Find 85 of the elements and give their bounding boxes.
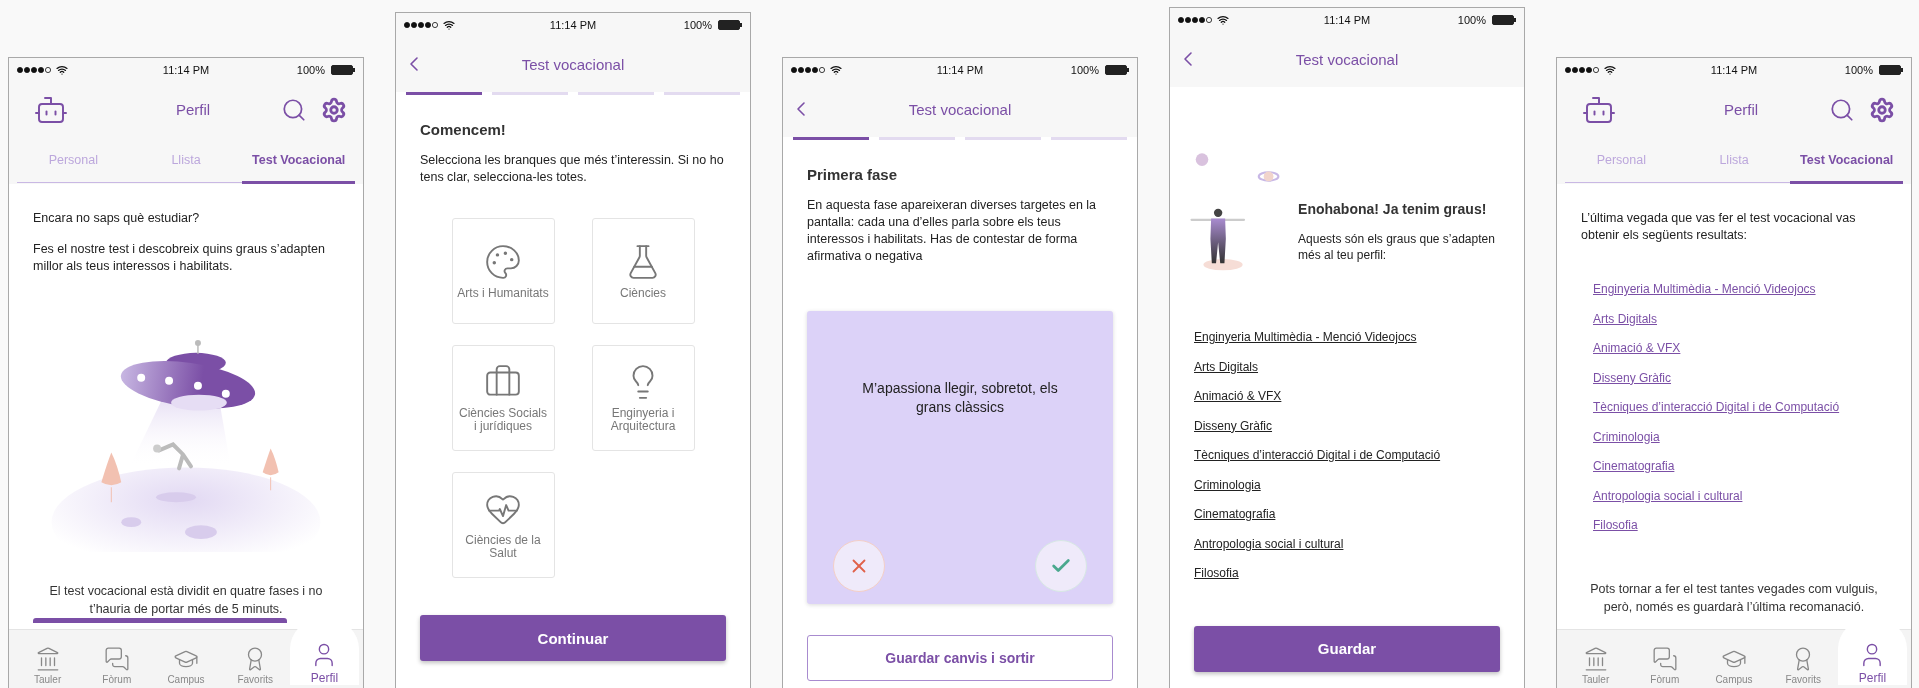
section-heading: Primera fase <box>807 166 899 183</box>
section-heading: Comencem! <box>420 121 507 138</box>
battery-icon <box>1492 14 1516 25</box>
wifi-icon <box>1217 13 1229 26</box>
status-time: 11:14 PM <box>936 63 984 76</box>
degree-link[interactable]: Criminologia <box>1194 475 1261 495</box>
status-time: 11:14 PM <box>549 18 597 31</box>
battery-icon <box>331 64 355 75</box>
battery-percent: 100% <box>1457 13 1486 26</box>
status-time: 11:14 PM <box>162 63 210 76</box>
signal-dots-icon <box>17 66 51 73</box>
degree-link[interactable]: Antropologia social i cultural <box>1194 534 1344 554</box>
degree-link[interactable]: Filosofia <box>1194 564 1239 584</box>
signal-dots-icon <box>1178 16 1212 23</box>
palette-icon <box>484 242 522 281</box>
search-icon[interactable] <box>1829 96 1855 123</box>
signal-dots-icon <box>404 21 438 28</box>
signal-dots-icon <box>791 66 825 73</box>
category-card[interactable]: Ciències de la Salut <box>451 472 555 578</box>
nav-item[interactable]: Fòrum <box>1630 635 1700 685</box>
wifi-icon <box>56 63 68 76</box>
nav-item[interactable]: Tauler <box>1561 635 1631 685</box>
question-text: M’apassiona llegir, sobretot, els grans clàssics <box>861 379 1059 417</box>
header-title: Test vocacional <box>1294 50 1400 68</box>
description-text: L’última vegada que vas fer el test vocacional vas obtenir els següents resultats: <box>1581 210 1857 244</box>
degree-link[interactable]: Antropologia social i cultural <box>1593 486 1743 506</box>
battery-percent: 100% <box>296 63 325 76</box>
description-text: Encara no saps què estudiar? <box>33 210 201 227</box>
battery-icon <box>1879 64 1903 75</box>
battery-icon <box>718 19 742 30</box>
degree-link[interactable]: Cinematografia <box>1593 457 1675 477</box>
status-time: 11:14 PM <box>1323 13 1371 26</box>
primary-button[interactable]: Continuar <box>420 615 726 661</box>
category-card[interactable]: Enginyeria i Arquitectura <box>591 345 695 451</box>
category-card[interactable]: Arts i Humanitats <box>451 218 555 324</box>
tab[interactable]: Test Vocacional <box>1790 138 1903 184</box>
degree-link[interactable]: Cinematografia <box>1194 505 1276 525</box>
battery-icon <box>1105 64 1129 75</box>
degree-link[interactable]: Enginyeria Multimèdia - Menció Videojocs <box>1593 280 1816 300</box>
search-icon[interactable] <box>281 96 307 123</box>
nav-item[interactable]: Fòrum <box>82 635 152 685</box>
battery-percent: 100% <box>683 18 712 31</box>
description-text: Fes el nostre test i descobreix quins graus s’adapten millor als teus interessos i habilitats. <box>33 241 326 275</box>
battery-percent: 100% <box>1844 63 1873 76</box>
nav-item[interactable]: Campus <box>151 635 221 685</box>
header-title: Perfil <box>1722 101 1760 118</box>
header-title: Perfil <box>174 101 212 118</box>
degree-link[interactable]: Arts Digitals <box>1194 357 1258 377</box>
wifi-icon <box>443 18 455 31</box>
degree-link[interactable]: Filosofia <box>1593 516 1638 536</box>
degree-link[interactable]: Animació & VFX <box>1194 387 1282 407</box>
degree-link[interactable]: Disseny Gràfic <box>1593 368 1672 388</box>
battery-percent: 100% <box>1070 63 1099 76</box>
signal-dots-icon <box>1565 66 1599 73</box>
description-text: Selecciona les branques que més t’interessin. Si no ho tens clar, selecciona-les totes. <box>420 152 725 186</box>
degree-link[interactable]: Animació & VFX <box>1593 339 1681 359</box>
primary-button[interactable]: Guardar <box>1194 625 1500 672</box>
header-title: Test vocacional <box>520 55 626 73</box>
status-time: 11:14 PM <box>1710 63 1758 76</box>
info-text: Pots tornar a fer el test tantes vegades com vulguis, però, només es guardarà l’última recomanació. <box>1589 580 1879 616</box>
result-title: Enohabona! Ja tenim graus! <box>1298 201 1488 217</box>
degree-link[interactable]: Enginyeria Multimèdia - Menció Videojocs <box>1194 328 1417 348</box>
info-text: El test vocacional està dividit en quatre fases i no t’hauria de portar més de 5 minuts. <box>48 583 324 618</box>
settings-icon[interactable] <box>1869 96 1895 123</box>
chat-bubbles-icon <box>103 646 130 672</box>
header-title: Test vocacional <box>907 100 1013 118</box>
degree-link[interactable]: Tècniques d’interacció Digital i de Computació <box>1593 398 1840 418</box>
nav-item[interactable]: Favorits <box>1768 635 1838 685</box>
save-exit-button[interactable]: Guardar canvis i sortir <box>807 635 1113 681</box>
degree-link[interactable]: Arts Digitals <box>1593 309 1657 329</box>
description-text: En aquesta fase apareixeran diverses targetes en la pantalla: cada una d’elles parla sobre els teus interessos i habilitats. Has de contestar de forma afirmativa o negativa <box>807 197 1098 265</box>
wifi-icon <box>1604 63 1616 76</box>
result-text: Aquests són els graus que s’adapten més al teu perfil: <box>1298 231 1496 263</box>
nav-item[interactable]: Favorits <box>220 635 290 685</box>
chat-bubbles-icon <box>1651 646 1678 672</box>
nav-item[interactable]: Campus <box>1699 635 1769 685</box>
tab[interactable]: Test Vocacional <box>242 138 355 184</box>
category-card[interactable]: Ciències Socials i jurídiques <box>451 345 555 451</box>
degree-link[interactable]: Disseny Gràfic <box>1194 416 1273 436</box>
category-card[interactable]: Ciències <box>591 218 695 324</box>
wifi-icon <box>830 63 842 76</box>
settings-icon[interactable] <box>321 96 347 123</box>
degree-link[interactable]: Tècniques d’interacció Digital i de Computació <box>1194 446 1441 466</box>
degree-link[interactable]: Criminologia <box>1593 427 1660 447</box>
nav-item[interactable]: Tauler <box>13 635 83 685</box>
